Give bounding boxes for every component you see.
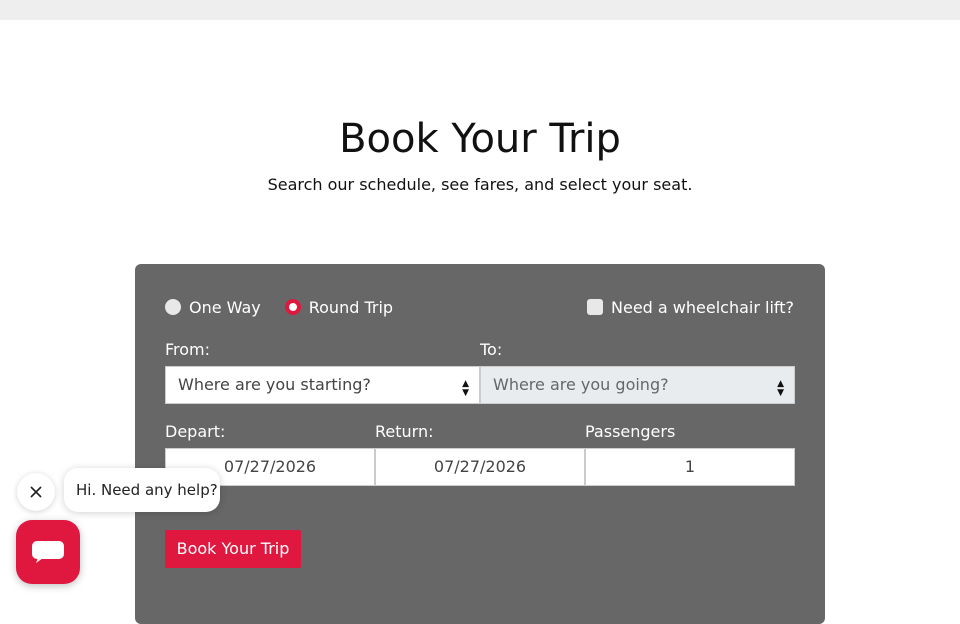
from-select[interactable]: Where are you starting? ▲ ▼ (165, 366, 480, 404)
chat-close-button[interactable] (17, 473, 55, 511)
to-select-value: Where are you going? (493, 375, 669, 394)
depart-label: Depart: (165, 422, 226, 441)
close-icon (30, 486, 42, 498)
round-trip-radio[interactable] (284, 299, 301, 315)
to-select[interactable]: Where are you going? ▲ ▼ (480, 366, 795, 404)
to-label: To: (480, 340, 503, 359)
chat-icon (32, 541, 64, 563)
from-select-value: Where are you starting? (178, 375, 371, 394)
wheelchair-checkbox[interactable] (587, 299, 603, 315)
one-way-radio[interactable] (165, 299, 181, 315)
chat-greeting-bubble[interactable]: Hi. Need any help? (64, 468, 220, 512)
wheelchair-option[interactable]: Need a wheelchair lift? (587, 296, 794, 318)
round-trip-label: Round Trip (308, 297, 394, 317)
round-trip-option[interactable]: Round Trip (284, 297, 394, 317)
top-bar (0, 0, 960, 20)
one-way-label: One Way (189, 297, 261, 317)
one-way-option[interactable]: One Way (165, 298, 261, 317)
page-subtitle: Search our schedule, see fares, and sele… (267, 175, 693, 194)
wheelchair-label: Need a wheelchair lift? (611, 297, 795, 317)
select-arrows-icon: ▲ ▼ (462, 379, 469, 398)
booking-form: One Way Round Trip Need a wheelchair lif… (135, 264, 825, 624)
passengers-label: Passengers (585, 422, 676, 441)
trip-type-group: One Way Round Trip (165, 296, 417, 318)
passengers-input[interactable]: 1 (585, 448, 795, 486)
return-label: Return: (375, 422, 434, 441)
chat-launcher-button[interactable] (16, 520, 80, 584)
select-arrows-icon: ▲ ▼ (777, 379, 784, 398)
book-trip-button[interactable]: Book Your Trip (165, 530, 301, 568)
page-title: Book Your Trip (339, 116, 621, 162)
return-date-input[interactable]: 07/27/2026 (375, 448, 585, 486)
from-label: From: (165, 340, 211, 359)
